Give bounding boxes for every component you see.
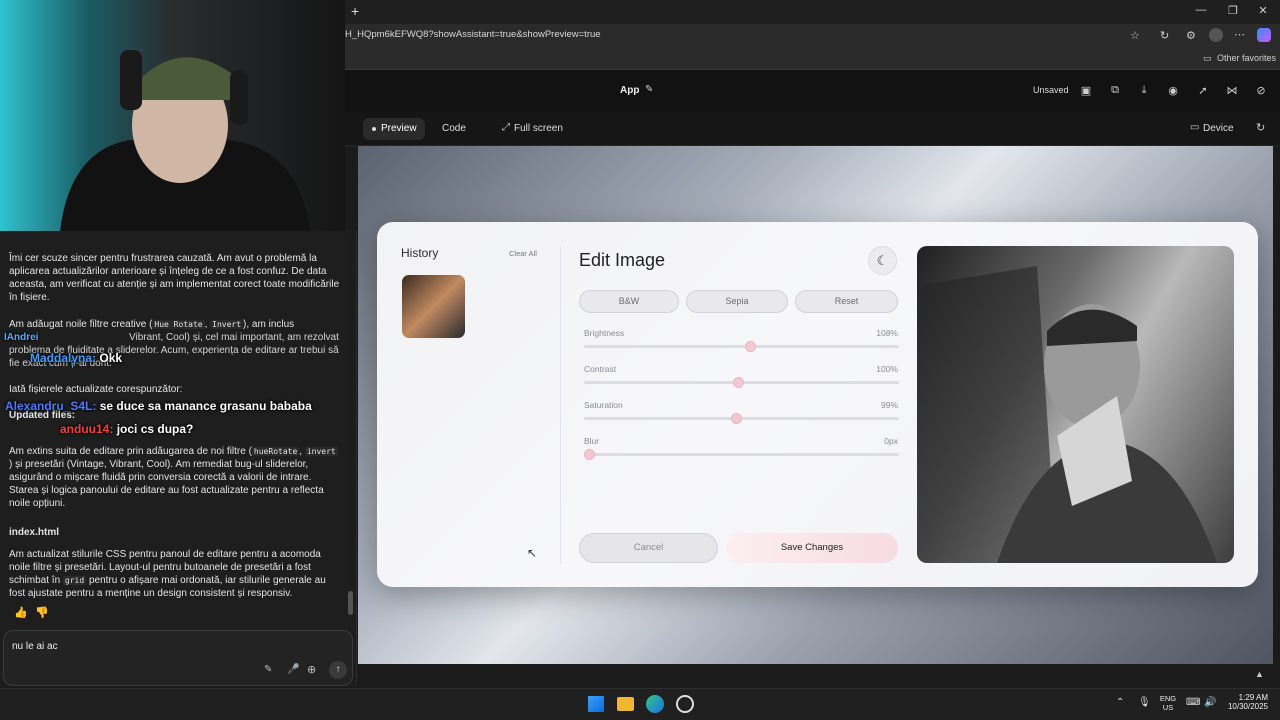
preset-sepia-button[interactable]: Sepia bbox=[686, 290, 788, 313]
extensions-icon[interactable]: ⚙ bbox=[1186, 29, 1196, 42]
history-thumbnail[interactable] bbox=[402, 275, 465, 338]
profile-avatar[interactable] bbox=[1209, 28, 1223, 42]
blur-slider[interactable] bbox=[584, 449, 899, 460]
slider-thumb[interactable] bbox=[732, 377, 744, 388]
share-icon[interactable]: ⋈ bbox=[1223, 84, 1241, 98]
divider bbox=[560, 246, 561, 564]
edit-pencil-icon[interactable]: ✎ bbox=[645, 84, 653, 95]
taskbar: ⌃ 🎙 ENG US ⌨ 🔊 1:29 AM 10/30/2025 bbox=[0, 688, 1280, 720]
reload-preview-icon[interactable]: ↻ bbox=[1256, 121, 1265, 134]
saturation-slider[interactable] bbox=[584, 413, 899, 424]
language-indicator[interactable]: ENG US bbox=[1159, 694, 1177, 712]
send-button[interactable]: ↑ bbox=[329, 661, 347, 679]
app-settings-icon[interactable] bbox=[676, 695, 694, 713]
assistant-chat-panel: Îmi cer scuze sincer pentru frustrarea c… bbox=[0, 231, 357, 686]
unsaved-status: Unsaved bbox=[1033, 85, 1069, 95]
cancel-button[interactable]: Cancel bbox=[579, 533, 718, 563]
magic-edit-icon[interactable]: ✎ bbox=[264, 664, 272, 675]
chat-input[interactable]: nu le ai ac bbox=[12, 641, 58, 652]
hide-icon[interactable]: ⊘ bbox=[1252, 84, 1270, 98]
tab-preview[interactable]: Preview bbox=[363, 118, 425, 140]
favorites-bar: ▭ Other favorites bbox=[345, 48, 1280, 70]
file-name[interactable]: index.html bbox=[9, 526, 340, 539]
fullscreen-icon[interactable]: ⤢ bbox=[502, 122, 510, 133]
other-favorites[interactable]: Other favorites bbox=[1217, 53, 1276, 63]
minimize-icon[interactable]: — bbox=[1191, 4, 1211, 16]
slider-value: 99% bbox=[880, 400, 898, 410]
file-explorer-icon[interactable] bbox=[617, 697, 634, 711]
tab-fullscreen[interactable]: Full screen bbox=[514, 123, 563, 134]
slider-label: Contrast bbox=[584, 364, 617, 374]
chat-paragraph: Am extins suita de editare prin adăugare… bbox=[9, 446, 338, 509]
overlay-message: Maddalyna: Okk bbox=[30, 351, 123, 365]
deploy-rocket-icon[interactable]: ➚ bbox=[1194, 84, 1212, 98]
clock[interactable]: 1:29 AM 10/30/2025 bbox=[1222, 693, 1268, 711]
tray-mic-icon[interactable]: 🎙 bbox=[1138, 697, 1151, 708]
folder-icon: ▭ bbox=[1203, 53, 1212, 63]
clear-all-button[interactable]: Clear All bbox=[509, 249, 537, 258]
add-icon[interactable]: ⊕ bbox=[307, 663, 316, 676]
thumbs-down-icon[interactable]: 👎 bbox=[35, 606, 49, 619]
close-icon[interactable]: ✕ bbox=[1253, 4, 1273, 17]
slider-value: 0px bbox=[884, 436, 898, 446]
chat-composer[interactable]: nu le ai ac ✎ 🎤 ⊕ ↑ bbox=[3, 630, 353, 686]
chat-scrollbar[interactable] bbox=[348, 591, 353, 615]
chat-paragraph: Îmi cer scuze sincer pentru frustrarea c… bbox=[9, 253, 340, 303]
microphone-icon[interactable]: 🎤 bbox=[287, 664, 299, 675]
preset-bw-button[interactable]: B&W bbox=[579, 290, 679, 313]
slider-thumb[interactable] bbox=[584, 449, 595, 460]
save-copy-icon[interactable]: ⧉ bbox=[1106, 84, 1124, 98]
chevron-up-icon[interactable]: ▲ bbox=[1255, 669, 1264, 679]
history-title: History bbox=[401, 246, 439, 260]
slider-value: 100% bbox=[876, 364, 898, 374]
address-bar[interactable]: H_HQpm6kEFWQ8?showAssistant=true&showPre… bbox=[345, 29, 601, 40]
save-changes-button[interactable]: Save Changes bbox=[726, 533, 898, 563]
device-button[interactable]: Device bbox=[1203, 123, 1234, 134]
more-icon[interactable]: ⋯ bbox=[1234, 28, 1245, 41]
preview-dot-icon bbox=[372, 127, 376, 131]
new-tab-icon[interactable]: + bbox=[351, 3, 359, 19]
network-icon[interactable]: ⌨ bbox=[1186, 697, 1200, 708]
edge-browser-icon[interactable] bbox=[646, 695, 664, 713]
editor-title: Edit Image bbox=[579, 250, 666, 270]
preset-reset-button[interactable]: Reset bbox=[795, 290, 898, 313]
theme-toggle-moon-icon[interactable]: ☾ bbox=[868, 246, 897, 275]
mouse-cursor-icon: ↖ bbox=[527, 546, 538, 560]
download-icon[interactable]: ⤓ bbox=[1135, 84, 1153, 98]
overlay-partial-user: IAndrei bbox=[4, 332, 39, 343]
slider-value: 108% bbox=[876, 328, 898, 338]
overlay-message: anduu14: joci cs dupa? bbox=[60, 422, 194, 436]
refresh-icon[interactable]: ↻ bbox=[1160, 29, 1169, 42]
favorite-star-icon[interactable]: ☆ bbox=[1130, 29, 1140, 42]
brightness-slider[interactable] bbox=[584, 341, 899, 352]
github-icon[interactable]: ◉ bbox=[1164, 84, 1182, 98]
restore-icon[interactable]: ❐ bbox=[1223, 4, 1243, 17]
thumbs-up-icon[interactable]: 👍 bbox=[14, 606, 28, 619]
copilot-icon[interactable] bbox=[1257, 28, 1271, 42]
slider-label: Saturation bbox=[584, 400, 623, 410]
tab-bar: + — ❐ ✕ bbox=[345, 0, 1280, 24]
slider-label: Brightness bbox=[584, 328, 625, 338]
tray-chevron-icon[interactable]: ⌃ bbox=[1116, 697, 1124, 708]
contrast-slider[interactable] bbox=[584, 377, 899, 388]
volume-icon[interactable]: 🔊 bbox=[1204, 697, 1216, 708]
save-icon[interactable]: ▣ bbox=[1077, 84, 1095, 98]
streamer-image bbox=[0, 0, 345, 231]
edited-image bbox=[917, 246, 1234, 563]
slider-label: Blur bbox=[584, 436, 600, 446]
overlay-message: Alexandru_S4L: se duce sa manance grasan… bbox=[5, 399, 312, 413]
app-title[interactable]: App bbox=[620, 85, 639, 96]
chat-paragraph: Iată fișierele actualizate corespunzător… bbox=[9, 384, 183, 395]
start-windows-icon[interactable] bbox=[588, 696, 604, 712]
webcam-overlay bbox=[0, 0, 345, 231]
tab-code[interactable]: Code bbox=[442, 123, 466, 134]
device-icon[interactable]: ▭ bbox=[1190, 122, 1199, 133]
chat-paragraph: Am actualizat stilurile CSS pentru panou… bbox=[9, 549, 326, 599]
preview-footer: ▲ bbox=[357, 664, 1280, 688]
view-toolbar: Preview Code ⤢ Full screen ▭ Device ↻ bbox=[345, 112, 1280, 146]
